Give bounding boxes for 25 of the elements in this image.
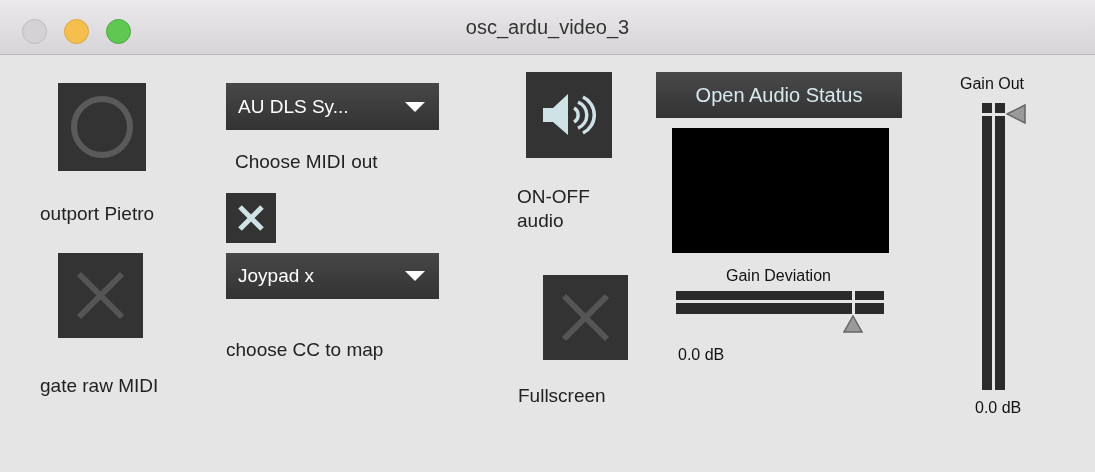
slider-thumb[interactable] [982,104,1026,125]
midi-out-menu[interactable]: AU DLS Sy... [226,83,439,130]
bang-label: outport Pietro [40,203,155,225]
x-icon [237,204,265,232]
slider-reading: 0.0 dB [975,399,1022,417]
toggle[interactable] [543,275,628,360]
toggle[interactable] [58,253,143,338]
toggle-label: ON-OFF audio [517,185,591,233]
menu-caption: Choose MIDI out [235,151,378,173]
x-icon [76,271,125,320]
caret-icon [405,101,425,112]
caret-icon [405,271,425,281]
x-icon [561,293,610,342]
speaker-icon [543,94,597,135]
slider-label: Gain Out [960,75,1025,93]
audio-toggle[interactable] [526,72,612,158]
audio-status-button[interactable]: Open Audio Status [656,72,902,118]
cc-menu[interactable]: Joypad x [226,253,439,299]
toggle-label: gate raw MIDI [40,375,159,397]
slider-label: Gain Deviation [725,267,832,285]
menu-caption: choose CC to map [226,339,384,361]
toggle[interactable] [226,193,276,243]
window-title: osc_ardu_video_3 [465,15,630,39]
slider-reading: 0.0 dB [678,346,725,364]
toggle-label: Fullscreen [518,385,606,407]
